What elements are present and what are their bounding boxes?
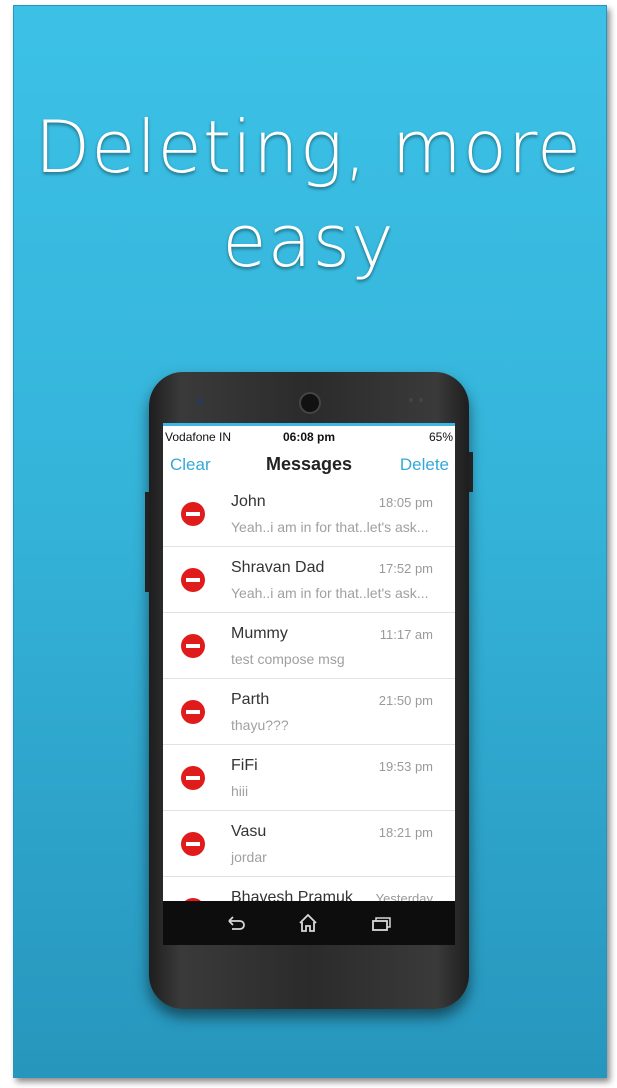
delete-minus-icon[interactable] (181, 568, 205, 592)
message-preview: hiii (231, 783, 249, 799)
android-navigation-bar (163, 901, 455, 945)
conversation-row[interactable]: FiFi 19:53 pm hiii (163, 745, 455, 811)
promo-headline: Deleting, more easy (0, 100, 617, 288)
message-time: 21:50 pm (378, 693, 433, 708)
conversation-row[interactable]: John 18:05 pm Yeah..i am in for that..le… (163, 481, 455, 547)
front-sensor-icon (196, 398, 203, 405)
conversation-row[interactable]: Mummy 11:17 am test compose msg (163, 613, 455, 679)
contact-name: John (231, 493, 266, 510)
status-bar: Vodafone IN 06:08 pm 65% (163, 428, 455, 446)
power-button (469, 452, 473, 492)
conversation-list: John 18:05 pm Yeah..i am in for that..le… (163, 481, 455, 901)
contact-name: Parth (231, 691, 270, 708)
front-camera-icon (299, 392, 321, 414)
delete-minus-icon[interactable] (181, 766, 205, 790)
headline-line-1: Deleting, more (34, 105, 583, 189)
battery-level: 65% (428, 430, 453, 444)
headline-line-2: easy (222, 199, 395, 283)
message-preview: jordar (231, 849, 267, 865)
delete-minus-icon[interactable] (181, 502, 205, 526)
message-preview: thayu??? (231, 717, 289, 733)
message-preview: test compose msg (231, 651, 345, 667)
light-sensor-icon (419, 398, 423, 402)
message-preview: Yeah..i am in for that..let's ask... (231, 585, 429, 601)
conversation-row[interactable]: Shravan Dad 17:52 pm Yeah..i am in for t… (163, 547, 455, 613)
phone-screen: Vodafone IN 06:08 pm 65% Clear Messages … (163, 423, 455, 945)
conversation-row[interactable]: Bhavesh Pramuk Yesterday (163, 877, 455, 901)
message-time: Yesterday (375, 891, 433, 901)
delete-minus-icon[interactable] (181, 634, 205, 658)
clock: 06:08 pm (282, 430, 336, 444)
contact-name: Vasu (231, 823, 267, 840)
navigation-bar: Clear Messages Delete (163, 451, 455, 481)
volume-button (145, 492, 149, 592)
contact-name: FiFi (231, 757, 258, 774)
delete-button[interactable]: Delete (400, 455, 449, 475)
contact-name: Bhavesh Pramuk (231, 889, 353, 901)
recents-icon[interactable] (370, 913, 392, 933)
delete-minus-icon[interactable] (181, 700, 205, 724)
back-icon[interactable] (225, 913, 247, 933)
delete-minus-icon[interactable] (181, 832, 205, 856)
conversation-row[interactable]: Parth 21:50 pm thayu??? (163, 679, 455, 745)
message-preview: Yeah..i am in for that..let's ask... (231, 519, 429, 535)
message-time: 18:05 pm (378, 495, 433, 510)
message-time: 11:17 am (379, 627, 433, 642)
home-icon[interactable] (297, 913, 319, 933)
conversation-row[interactable]: Vasu 18:21 pm jordar (163, 811, 455, 877)
screen-accent-bar (163, 423, 455, 426)
message-time: 19:53 pm (378, 759, 433, 774)
message-time: 18:21 pm (378, 825, 433, 840)
proximity-sensor-icon (409, 398, 413, 402)
message-time: 17:52 pm (378, 561, 433, 576)
contact-name: Shravan Dad (231, 559, 325, 576)
contact-name: Mummy (231, 625, 288, 642)
